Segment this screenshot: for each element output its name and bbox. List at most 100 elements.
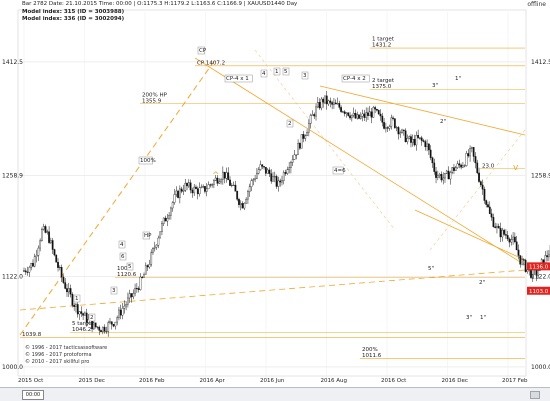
candle-body bbox=[82, 313, 84, 316]
candle-body bbox=[363, 113, 366, 118]
candle-body bbox=[496, 226, 498, 228]
candle-body bbox=[445, 170, 448, 174]
candle-body bbox=[220, 179, 222, 183]
candle-body bbox=[155, 244, 158, 248]
candle-body bbox=[519, 255, 522, 265]
candle-body bbox=[352, 112, 355, 116]
candle-body bbox=[379, 113, 382, 117]
status-bar: 00:00 bbox=[0, 387, 550, 401]
candle-body bbox=[422, 140, 425, 142]
candle-body bbox=[198, 187, 201, 195]
candle-body bbox=[112, 324, 115, 327]
candle-body bbox=[299, 143, 301, 149]
candle-body bbox=[417, 135, 420, 138]
candle-body bbox=[277, 180, 280, 187]
candle-body bbox=[350, 114, 353, 119]
y-tick-label: 1412.5 bbox=[531, 59, 550, 66]
candle-body bbox=[406, 138, 409, 143]
candle-body bbox=[166, 217, 169, 222]
price-chart[interactable]: 1 target1431.2CP 1407.22 target1375.0200… bbox=[0, 0, 550, 400]
candle-body bbox=[49, 240, 52, 243]
candle-body bbox=[127, 297, 129, 305]
candle-body bbox=[370, 111, 373, 118]
candle-body bbox=[478, 172, 480, 182]
star-label: 2" bbox=[440, 119, 446, 125]
star-label: 5" bbox=[428, 266, 434, 272]
level-label: 1011.6 bbox=[362, 353, 382, 359]
candle-body bbox=[78, 311, 81, 315]
candle-body bbox=[94, 322, 97, 327]
candle-body bbox=[426, 143, 428, 148]
candle-body bbox=[395, 127, 398, 129]
time-display: 00:00 bbox=[22, 390, 44, 400]
candle-body bbox=[333, 102, 335, 105]
candle-body bbox=[515, 241, 518, 251]
candle-body bbox=[506, 235, 509, 240]
candle-body bbox=[343, 111, 346, 114]
candle-body bbox=[508, 238, 511, 243]
candle-body bbox=[137, 288, 140, 290]
candle-body bbox=[300, 134, 303, 149]
bar-info: Bar 2782 Date: 21.10.2015 Time: 00:00 | … bbox=[22, 1, 298, 7]
candle-body bbox=[101, 326, 104, 333]
candle-body bbox=[107, 322, 110, 332]
candle-body bbox=[295, 154, 298, 156]
x-tick-label: 2015 Oct bbox=[18, 378, 44, 384]
candle-body bbox=[110, 321, 113, 325]
candle-body bbox=[297, 143, 299, 155]
candle-body bbox=[291, 159, 294, 163]
candle-body bbox=[227, 172, 230, 181]
candle-body bbox=[39, 240, 41, 249]
candle-body bbox=[177, 190, 179, 198]
candle-body bbox=[524, 259, 527, 272]
candle-body bbox=[458, 163, 461, 166]
point-label: CP-4 x 2 bbox=[343, 76, 366, 82]
candle-body bbox=[173, 194, 176, 203]
candle-body bbox=[37, 247, 40, 256]
candle-body bbox=[195, 186, 197, 189]
candle-body bbox=[146, 265, 149, 268]
price-tag-label: 1103.0 bbox=[529, 289, 549, 295]
candle-body bbox=[184, 182, 187, 191]
candle-body bbox=[143, 274, 145, 278]
y-tick-label: 1258.9 bbox=[531, 172, 550, 179]
candle-body bbox=[447, 170, 450, 180]
candle-body bbox=[306, 132, 308, 137]
candle-body bbox=[42, 226, 45, 230]
candle-body bbox=[153, 246, 156, 249]
candle-body bbox=[324, 95, 326, 103]
point-label: 1 bbox=[75, 296, 79, 302]
candle-body bbox=[152, 248, 154, 253]
star-label: 2" bbox=[479, 280, 485, 286]
candle-body bbox=[404, 130, 407, 143]
candle-body bbox=[119, 309, 122, 316]
point-label: 3 bbox=[303, 73, 307, 79]
point-label: 5 bbox=[128, 264, 132, 270]
candle-body bbox=[261, 164, 264, 167]
point-label: 2 bbox=[288, 121, 292, 127]
candle-body bbox=[32, 263, 34, 267]
candle-body bbox=[386, 127, 389, 129]
candle-body bbox=[164, 217, 167, 222]
candle-body bbox=[118, 309, 120, 318]
candle-body bbox=[316, 102, 319, 108]
candle-body bbox=[256, 172, 258, 179]
candle-body bbox=[302, 134, 305, 139]
candle-body bbox=[170, 207, 172, 216]
candle-body bbox=[238, 199, 240, 205]
candle-body bbox=[213, 180, 215, 185]
candle-body bbox=[469, 148, 471, 157]
candle-body bbox=[247, 191, 249, 200]
candle-body bbox=[268, 169, 271, 174]
candle-body bbox=[53, 249, 56, 256]
candle-body bbox=[71, 294, 74, 306]
candle-body bbox=[548, 254, 550, 258]
candle-body bbox=[35, 255, 38, 257]
star-label: 1" bbox=[455, 76, 461, 82]
y-tick-label-left: 1258.9 bbox=[2, 172, 23, 179]
y-tick-label: 1122.0 bbox=[531, 274, 550, 281]
candle-body bbox=[168, 215, 170, 219]
candle-body bbox=[309, 115, 312, 124]
scroll-handle[interactable] bbox=[530, 391, 540, 399]
candle-body bbox=[44, 226, 47, 233]
